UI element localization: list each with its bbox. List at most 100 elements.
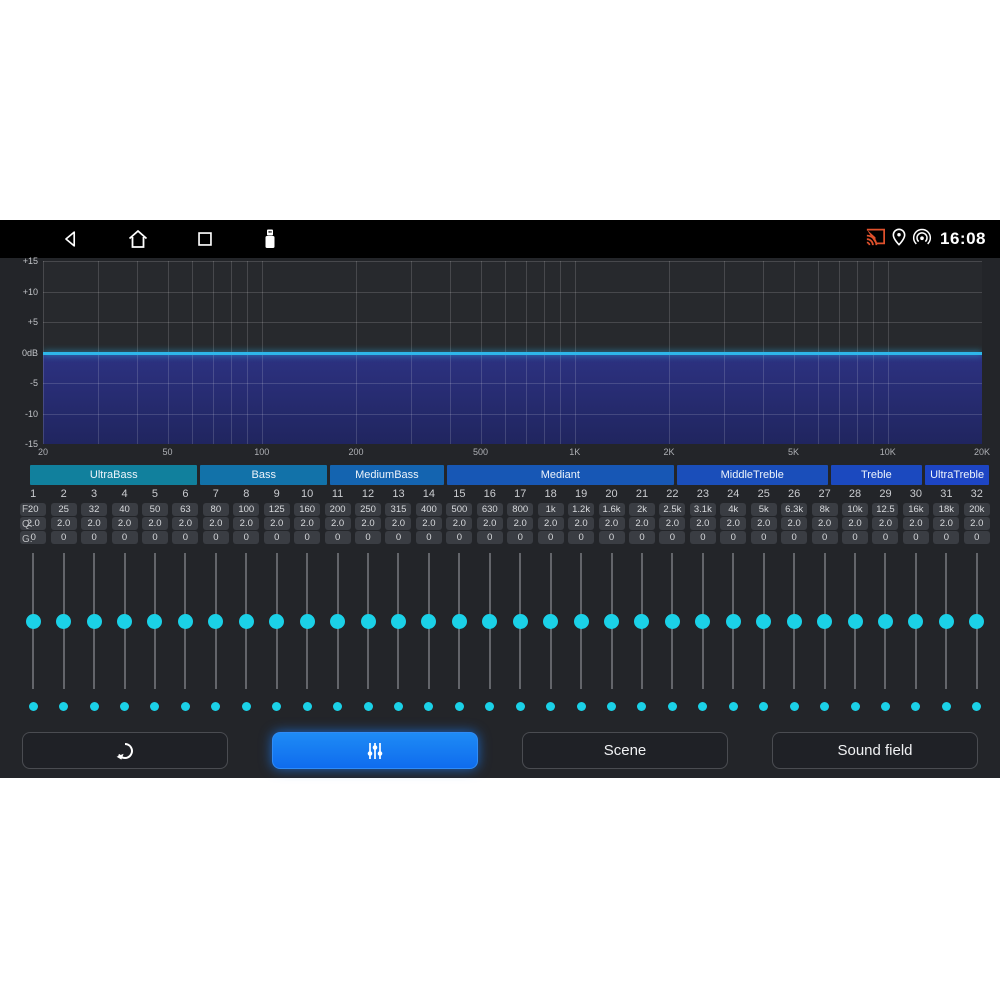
slider-knob[interactable] [208,614,223,629]
gain-slider-ch29[interactable] [870,551,900,691]
gain-slider-ch3[interactable] [79,551,109,691]
channel-dot [150,702,159,711]
slider-knob[interactable] [908,614,923,629]
gain-slider-ch1[interactable] [18,551,48,691]
gain-slider-ch23[interactable] [688,551,718,691]
home-button[interactable] [126,227,150,251]
slider-knob[interactable] [817,614,832,629]
slider-knob[interactable] [665,614,680,629]
back-button[interactable] [60,228,82,250]
frequency-value-chip: 10k [842,503,868,516]
y-axis-tick-label: +15 [23,256,38,266]
slider-knob[interactable] [969,614,984,629]
channel-dot [516,702,525,711]
slider-knob[interactable] [482,614,497,629]
gain-slider-ch27[interactable] [809,551,839,691]
channel-number: 27 [809,487,839,502]
gain-slider-ch7[interactable] [201,551,231,691]
frequency-value-chip: 18k [933,503,959,516]
indicator-dot-cell [901,699,931,713]
channel-column: 112002.00 [322,487,352,545]
gain-slider-ch11[interactable] [322,551,352,691]
gain-slider-ch6[interactable] [170,551,200,691]
slider-knob[interactable] [848,614,863,629]
slider-knob[interactable] [726,614,741,629]
channel-column: 7802.00 [201,487,231,545]
gain-slider-ch12[interactable] [353,551,383,691]
indicator-dot-cell [779,699,809,713]
gain-slider-ch5[interactable] [140,551,170,691]
gain-slider-ch2[interactable] [48,551,78,691]
q-value-chip: 2.0 [112,517,138,530]
gain-slider-ch24[interactable] [718,551,748,691]
gain-value-chip: 0 [659,531,685,544]
slider-knob[interactable] [269,614,284,629]
scene-button[interactable]: Scene [522,732,728,769]
channel-dot [272,702,281,711]
usb-button[interactable] [260,227,280,251]
gain-slider-ch31[interactable] [931,551,961,691]
slider-knob[interactable] [695,614,710,629]
gain-slider-ch17[interactable] [505,551,535,691]
reset-button[interactable] [22,732,228,769]
frequency-value-chip: 160 [294,503,320,516]
slider-knob[interactable] [361,614,376,629]
channel-dot [942,702,951,711]
slider-knob[interactable] [300,614,315,629]
gain-slider-ch15[interactable] [444,551,474,691]
gain-slider-ch26[interactable] [779,551,809,691]
slider-knob[interactable] [574,614,589,629]
slider-knob[interactable] [239,614,254,629]
slider-knob[interactable] [87,614,102,629]
frequency-value-chip: 500 [446,503,472,516]
slider-knob[interactable] [756,614,771,629]
channel-number: 12 [353,487,383,502]
gain-slider-ch32[interactable] [962,551,992,691]
y-axis-tick-label: -5 [30,378,38,388]
frequency-value-chip: 1.6k [599,503,625,516]
equalizer-button[interactable] [272,732,478,769]
channel-number: 14 [414,487,444,502]
slider-knob[interactable] [878,614,893,629]
gain-slider-ch14[interactable] [414,551,444,691]
gain-value-chip: 0 [355,531,381,544]
gain-slider-ch19[interactable] [566,551,596,691]
slider-knob[interactable] [330,614,345,629]
slider-knob[interactable] [634,614,649,629]
band-ultratreble: UltraTreble [925,465,989,485]
slider-knob[interactable] [147,614,162,629]
frequency-value-chip: 50 [142,503,168,516]
gain-slider-ch4[interactable] [109,551,139,691]
gain-slider-ch18[interactable] [535,551,565,691]
slider-knob[interactable] [787,614,802,629]
slider-knob[interactable] [26,614,41,629]
slider-knob[interactable] [56,614,71,629]
slider-knob[interactable] [391,614,406,629]
slider-knob[interactable] [604,614,619,629]
slider-knob[interactable] [939,614,954,629]
channel-number: 29 [870,487,900,502]
channel-number: 30 [901,487,931,502]
slider-knob[interactable] [178,614,193,629]
gain-slider-ch16[interactable] [475,551,505,691]
recents-button[interactable] [194,228,216,250]
eq-frequency-response-chart: +15+10+50dB-5-10-15 20501002005001K2K5K1… [0,258,1000,461]
slider-knob[interactable] [513,614,528,629]
gain-slider-ch8[interactable] [231,551,261,691]
slider-knob[interactable] [117,614,132,629]
grid-line-horizontal [43,383,982,384]
gain-slider-ch20[interactable] [596,551,626,691]
gain-slider-ch25[interactable] [749,551,779,691]
gain-slider-ch13[interactable] [383,551,413,691]
gain-slider-ch28[interactable] [840,551,870,691]
gain-slider-ch22[interactable] [657,551,687,691]
gain-slider-ch9[interactable] [262,551,292,691]
slider-knob[interactable] [452,614,467,629]
gain-slider-ch30[interactable] [901,551,931,691]
q-value-chip: 2.0 [812,517,838,530]
slider-knob[interactable] [421,614,436,629]
sound-field-button[interactable]: Sound field [772,732,978,769]
gain-slider-ch10[interactable] [292,551,322,691]
gain-slider-ch21[interactable] [627,551,657,691]
slider-knob[interactable] [543,614,558,629]
